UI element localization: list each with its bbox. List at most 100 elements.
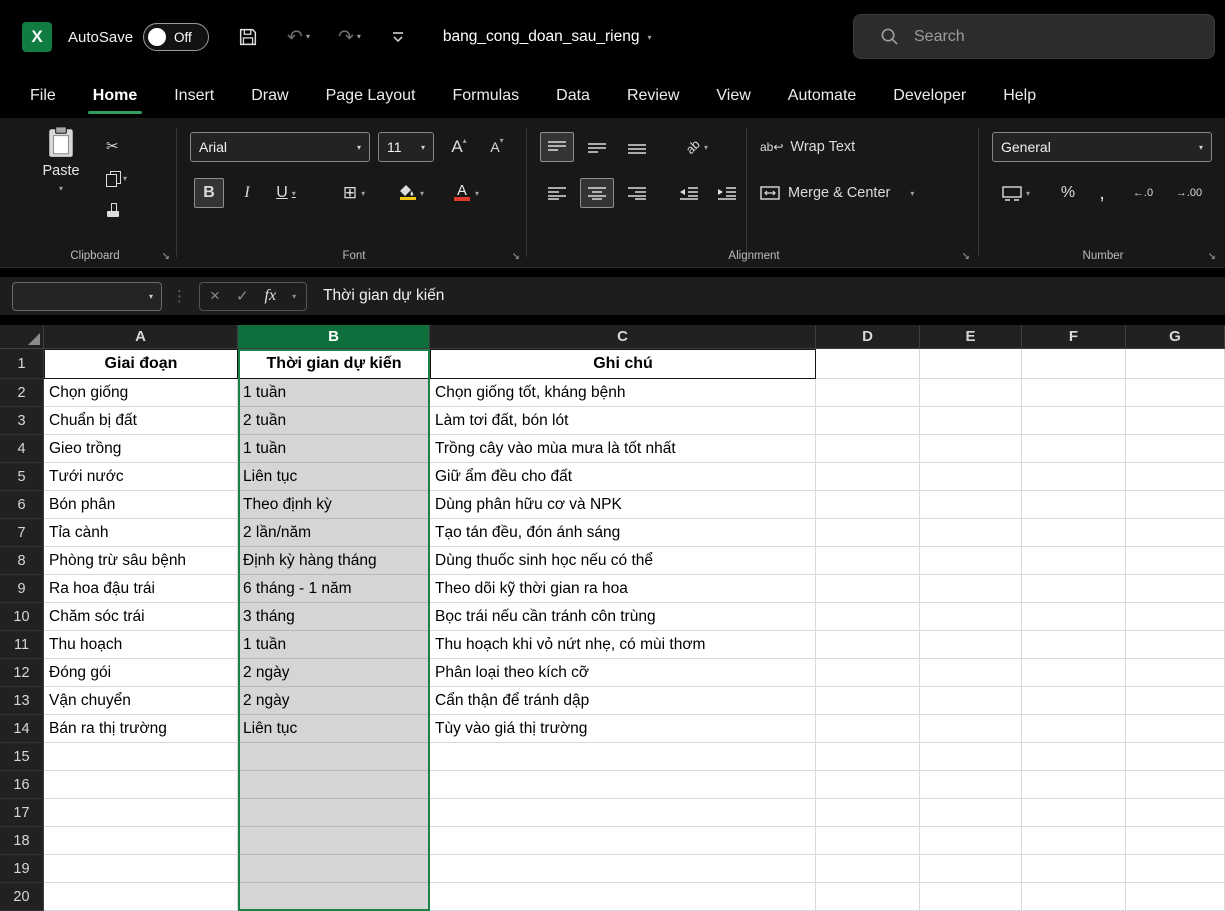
cell-C15[interactable]	[430, 743, 816, 771]
cell-D7[interactable]	[816, 519, 920, 547]
menu-tab-formulas[interactable]: Formulas	[452, 87, 519, 105]
column-header-B[interactable]: B	[238, 325, 430, 349]
search-box[interactable]: Search	[853, 14, 1215, 59]
cell-D19[interactable]	[816, 855, 920, 883]
cell-F15[interactable]	[1022, 743, 1126, 771]
column-header-E[interactable]: E	[920, 325, 1022, 349]
align-right-button[interactable]	[620, 178, 654, 208]
cell-B16[interactable]	[238, 771, 430, 799]
row-header-10[interactable]: 10	[0, 603, 44, 631]
formula-bar-splitter-icon[interactable]: ⋮	[172, 287, 187, 305]
cell-A7[interactable]: Tỉa cành	[44, 519, 238, 547]
font-color-button[interactable]: A ▾	[444, 178, 488, 208]
cell-D8[interactable]	[816, 547, 920, 575]
cell-A18[interactable]	[44, 827, 238, 855]
orientation-button[interactable]: ab▾	[672, 132, 722, 162]
cell-A10[interactable]: Chăm sóc trái	[44, 603, 238, 631]
cell-E9[interactable]	[920, 575, 1022, 603]
cell-B7[interactable]: 2 lần/năm	[238, 519, 430, 547]
menu-tab-page-layout[interactable]: Page Layout	[326, 87, 416, 105]
cell-D15[interactable]	[816, 743, 920, 771]
enter-icon[interactable]: ✓	[236, 287, 249, 305]
cell-E3[interactable]	[920, 407, 1022, 435]
select-all-corner[interactable]	[0, 325, 44, 349]
cell-B11[interactable]: 1 tuần	[238, 631, 430, 659]
cell-E16[interactable]	[920, 771, 1022, 799]
bottom-align-button[interactable]	[620, 132, 654, 162]
menu-tab-file[interactable]: File	[30, 87, 56, 105]
row-header-16[interactable]: 16	[0, 771, 44, 799]
grow-font-button[interactable]: A▴	[442, 132, 476, 162]
row-header-1[interactable]: 1	[0, 349, 44, 379]
bold-button[interactable]: B	[194, 178, 224, 208]
middle-align-button[interactable]	[580, 132, 614, 162]
comma-style-button[interactable]: ,	[1090, 178, 1114, 208]
cell-G16[interactable]	[1126, 771, 1225, 799]
cell-D12[interactable]	[816, 659, 920, 687]
cell-C11[interactable]: Thu hoạch khi vỏ nứt nhẹ, có mùi thơm	[430, 631, 816, 659]
cell-G15[interactable]	[1126, 743, 1225, 771]
cell-F16[interactable]	[1022, 771, 1126, 799]
cell-C3[interactable]: Làm tơi đất, bón lót	[430, 407, 816, 435]
number-format-select[interactable]: General▾	[992, 132, 1212, 162]
column-header-G[interactable]: G	[1126, 325, 1225, 349]
cell-C8[interactable]: Dùng thuốc sinh học nếu có thể	[430, 547, 816, 575]
cell-E17[interactable]	[920, 799, 1022, 827]
cell-A17[interactable]	[44, 799, 238, 827]
align-left-button[interactable]	[540, 178, 574, 208]
row-header-13[interactable]: 13	[0, 687, 44, 715]
cell-D18[interactable]	[816, 827, 920, 855]
cell-B5[interactable]: Liên tục	[238, 463, 430, 491]
cell-D16[interactable]	[816, 771, 920, 799]
menu-tab-view[interactable]: View	[716, 87, 750, 105]
cell-C7[interactable]: Tạo tán đều, đón ánh sáng	[430, 519, 816, 547]
cell-B14[interactable]: Liên tục	[238, 715, 430, 743]
cell-E1[interactable]	[920, 349, 1022, 379]
cell-F2[interactable]	[1022, 379, 1126, 407]
undo-icon[interactable]: ↶▾	[287, 28, 310, 47]
cell-D13[interactable]	[816, 687, 920, 715]
formula-input[interactable]: Thời gian dự kiến	[323, 287, 444, 305]
cell-D9[interactable]	[816, 575, 920, 603]
cell-D20[interactable]	[816, 883, 920, 911]
menu-tab-automate[interactable]: Automate	[788, 87, 856, 105]
cell-C6[interactable]: Dùng phân hữu cơ và NPK	[430, 491, 816, 519]
cell-F4[interactable]	[1022, 435, 1126, 463]
cell-G9[interactable]	[1126, 575, 1225, 603]
cell-B18[interactable]	[238, 827, 430, 855]
cell-D5[interactable]	[816, 463, 920, 491]
cell-F9[interactable]	[1022, 575, 1126, 603]
cell-A5[interactable]: Tưới nước	[44, 463, 238, 491]
alignment-dialog-launcher-icon[interactable]: ↘	[962, 251, 970, 262]
column-header-C[interactable]: C	[430, 325, 816, 349]
cell-F6[interactable]	[1022, 491, 1126, 519]
cell-B19[interactable]	[238, 855, 430, 883]
cell-A14[interactable]: Bán ra thị trường	[44, 715, 238, 743]
decrease-decimal-button[interactable]: →.00	[1168, 178, 1210, 208]
row-header-20[interactable]: 20	[0, 883, 44, 911]
row-header-19[interactable]: 19	[0, 855, 44, 883]
insert-function-icon[interactable]: fx	[265, 287, 277, 305]
row-header-12[interactable]: 12	[0, 659, 44, 687]
cell-G11[interactable]	[1126, 631, 1225, 659]
row-header-7[interactable]: 7	[0, 519, 44, 547]
row-header-11[interactable]: 11	[0, 631, 44, 659]
cell-D10[interactable]	[816, 603, 920, 631]
row-header-4[interactable]: 4	[0, 435, 44, 463]
cell-G4[interactable]	[1126, 435, 1225, 463]
cell-B15[interactable]	[238, 743, 430, 771]
cell-C16[interactable]	[430, 771, 816, 799]
cell-B12[interactable]: 2 ngày	[238, 659, 430, 687]
cell-D6[interactable]	[816, 491, 920, 519]
cell-A16[interactable]	[44, 771, 238, 799]
cell-B20[interactable]	[238, 883, 430, 911]
cell-E19[interactable]	[920, 855, 1022, 883]
cell-C17[interactable]	[430, 799, 816, 827]
cell-A11[interactable]: Thu hoạch	[44, 631, 238, 659]
cell-G20[interactable]	[1126, 883, 1225, 911]
fill-color-button[interactable]: ▾	[388, 178, 432, 208]
quick-access-chevron-icon[interactable]	[389, 28, 407, 46]
cut-button[interactable]: ✂	[106, 132, 144, 160]
cell-B17[interactable]	[238, 799, 430, 827]
cell-D4[interactable]	[816, 435, 920, 463]
